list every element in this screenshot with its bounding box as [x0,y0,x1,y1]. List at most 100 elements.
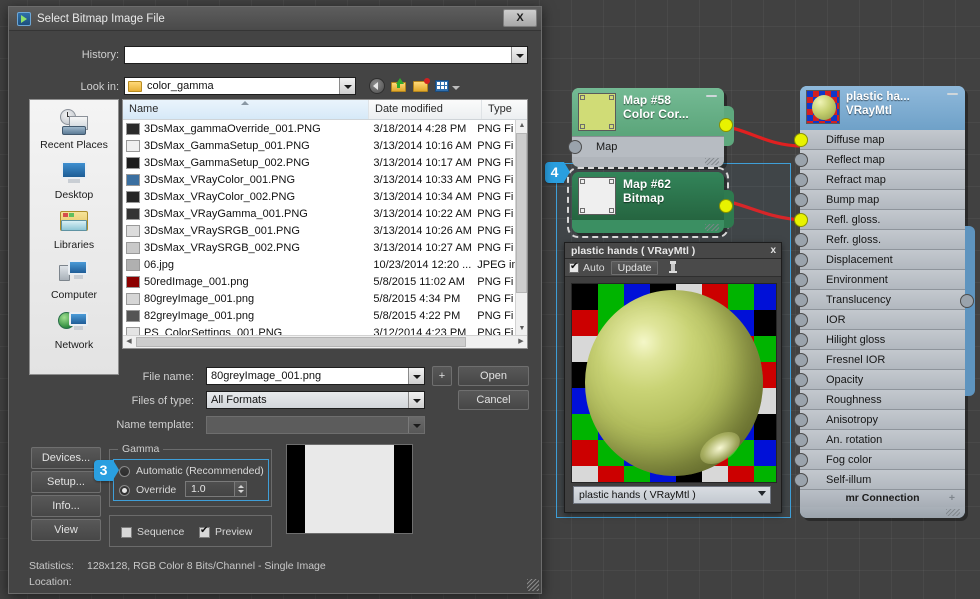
material-slot-socket[interactable] [794,473,808,487]
node-input-socket[interactable] [568,140,582,154]
open-button[interactable]: Open [458,366,529,386]
material-slot-row[interactable]: Environment [800,270,965,290]
material-slot-socket-connected[interactable] [794,213,808,227]
preview-checkbox[interactable]: Preview [199,525,252,538]
node-map62[interactable]: Map #62 Bitmap [567,167,734,238]
material-slot-socket[interactable] [794,273,808,287]
devices-button[interactable]: Devices... [31,447,101,469]
material-slot-row[interactable]: Translucency [800,290,965,310]
back-icon[interactable] [369,78,385,94]
material-slot-socket[interactable] [794,353,808,367]
close-icon[interactable]: x [770,243,776,259]
close-button[interactable]: X [503,9,537,27]
chevron-down-icon[interactable] [408,392,424,408]
node-thumbnail[interactable] [578,93,616,131]
cancel-button[interactable]: Cancel [458,390,529,410]
file-list-row[interactable]: 3DsMax_VRayColor_002.PNG 3/13/2014 10:34 … [123,188,515,205]
material-slot-socket[interactable] [794,173,808,187]
material-slot-socket[interactable] [794,393,808,407]
new-folder-icon[interactable] [413,78,430,94]
sequence-checkbox[interactable]: Sequence [121,526,184,538]
scroll-right-icon[interactable]: ▶ [515,336,527,348]
resize-grip-icon[interactable] [527,579,539,591]
material-slot-row[interactable]: Refl. gloss. [800,210,965,230]
material-slot-socket[interactable] [794,433,808,447]
material-slot-socket[interactable] [794,233,808,247]
place-network[interactable]: Network [31,306,117,353]
material-slot-socket[interactable] [794,153,808,167]
places-sidebar[interactable]: Recent Places Desktop Libraries Computer… [29,99,119,375]
node-output-socket[interactable] [719,118,733,132]
setup-button[interactable]: Setup... [31,471,101,493]
material-slot-socket[interactable] [794,413,808,427]
expand-icon[interactable]: + [949,490,955,507]
node-output-socket[interactable] [960,294,974,308]
lookin-combo[interactable]: color_gamma [124,77,356,95]
chevron-down-icon[interactable] [408,368,424,384]
place-computer[interactable]: Computer [31,256,117,303]
material-slot-socket[interactable] [794,293,808,307]
material-slot-socket-connected[interactable] [794,133,808,147]
minimize-icon[interactable] [947,93,958,95]
resize-grip-icon[interactable] [705,158,719,165]
nametemplate-combo[interactable] [206,416,425,434]
scroll-down-icon[interactable]: ▼ [516,323,527,335]
material-slot-socket[interactable] [794,453,808,467]
material-slot-socket[interactable] [794,253,808,267]
file-list-horizontal-scrollbar[interactable]: ◀ ▶ [123,335,527,348]
mr-connection-row[interactable]: mr Connection + [800,490,965,507]
scroll-up-icon[interactable]: ▲ [516,120,527,132]
file-list-row[interactable]: 3DsMax_VRayColor_001.PNG 3/13/2014 10:33 … [123,171,515,188]
chevron-down-icon[interactable] [339,78,355,94]
column-header-date[interactable]: Date modified [369,100,482,119]
node-thumbnail[interactable] [806,90,840,124]
file-list[interactable]: Name Date modified Type 3DsMax_gammaOver… [122,99,528,349]
node-thumbnail[interactable] [578,177,616,215]
material-slot-row[interactable]: Roughness [800,390,965,410]
material-preview-window[interactable]: plastic hands ( VRayMtl ) x Auto Update [564,242,782,513]
scrollbar-thumb[interactable] [136,337,466,347]
material-slot-row[interactable]: Fog color [800,450,965,470]
file-list-row[interactable]: 3DsMax_GammaSetup_002.PNG 3/13/2014 10:17… [123,154,515,171]
material-slot-row[interactable]: Displacement [800,250,965,270]
file-list-rows[interactable]: 3DsMax_gammaOverride_001.PNG 3/18/2014 4:… [123,120,515,339]
chevron-down-icon[interactable] [511,47,527,63]
file-list-row[interactable]: 3DsMax_VRayGamma_001.PNG 3/13/2014 10:22 … [123,205,515,222]
material-slot-socket[interactable] [794,373,808,387]
gamma-override-radio[interactable]: Override [119,484,176,496]
material-slot-row[interactable]: Opacity [800,370,965,390]
node-output-socket[interactable] [719,199,733,213]
file-list-row[interactable]: 82greyImage_001.png 5/8/2015 4:22 PM PNG F… [123,307,515,324]
file-list-row[interactable]: 06.jpg 10/23/2014 12:20 ... JPEG im [123,256,515,273]
material-slot-row[interactable]: IOR [800,310,965,330]
material-slot-row[interactable]: Fresnel IOR [800,350,965,370]
views-icon[interactable] [435,78,451,94]
resize-grip-icon[interactable] [946,509,960,516]
update-button[interactable]: Update [610,260,659,275]
gamma-override-spinner[interactable]: 1.0 [185,481,247,497]
file-list-vertical-scrollbar[interactable]: ▲ ▼ [515,120,527,335]
views-dropdown-arrow-icon[interactable] [452,86,460,90]
material-slot-row[interactable]: Refract map [800,170,965,190]
place-recent-places[interactable]: Recent Places [31,106,117,153]
info-button[interactable]: Info... [31,495,101,517]
material-slot-row[interactable]: Bump map [800,190,965,210]
column-header-name[interactable]: Name [123,100,369,119]
node-slot-map[interactable]: Map [572,136,724,157]
place-desktop[interactable]: Desktop [31,156,117,203]
select-bitmap-image-file-dialog[interactable]: Select Bitmap Image File X History: Look… [8,6,542,594]
up-folder-icon[interactable] [391,78,407,94]
material-slot-row[interactable]: Self-illum [800,470,965,490]
material-slot-socket[interactable] [794,193,808,207]
filename-combo[interactable]: 80greyImage_001.png [206,367,425,385]
node-map58[interactable]: Map #58 Color Cor... Map [568,88,734,170]
file-list-row[interactable]: 80greyImage_001.png 5/8/2015 4:34 PM PNG F… [123,290,515,307]
file-list-row[interactable]: 50redImage_001.png 5/8/2015 11:02 AM PNG F… [123,273,515,290]
scroll-left-icon[interactable]: ◀ [123,336,135,348]
render-settings-icon[interactable] [666,260,682,276]
material-slot-row[interactable]: Anisotropy [800,410,965,430]
material-preview-canvas[interactable] [571,283,777,483]
spinner-arrows-icon[interactable] [234,482,246,496]
material-selector-dropdown[interactable]: plastic hands ( VRayMtl ) [573,486,771,504]
material-slot-socket[interactable] [794,333,808,347]
